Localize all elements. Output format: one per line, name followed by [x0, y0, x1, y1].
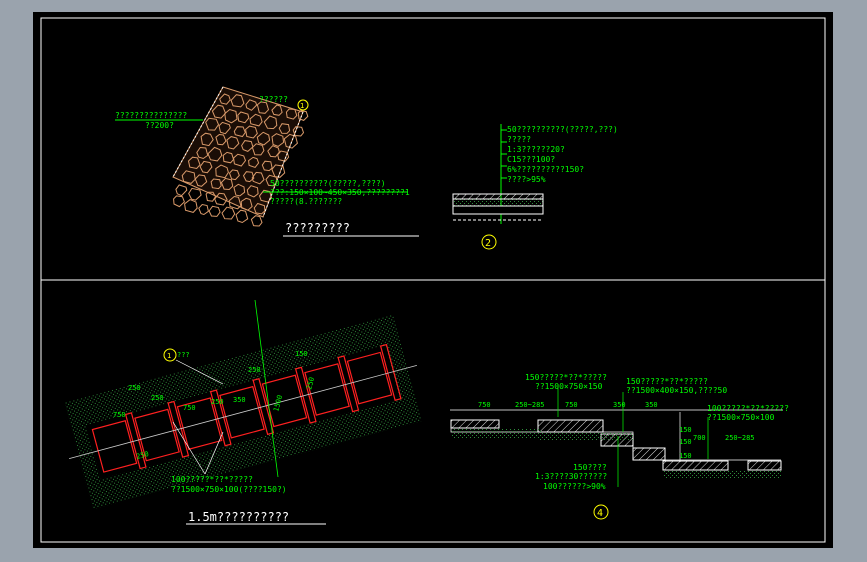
svg-text:150: 150	[295, 350, 308, 358]
panel1-title: ?????????	[285, 221, 350, 235]
panel2-note-2: ?????	[507, 135, 531, 144]
paving-stone	[208, 205, 221, 217]
svg-text:350: 350	[233, 396, 246, 404]
svg-text:150: 150	[679, 426, 692, 434]
svg-text:250~285: 250~285	[515, 401, 545, 409]
panel3-marker-note: ???	[177, 351, 190, 359]
svg-text:750: 750	[478, 401, 491, 409]
svg-text:750: 750	[113, 411, 126, 419]
panel2-note-6: ????>95%	[507, 175, 546, 184]
paving-stone	[175, 184, 188, 197]
svg-text:150: 150	[679, 452, 692, 460]
svg-text:250: 250	[128, 384, 141, 392]
svg-text:350: 350	[645, 401, 658, 409]
panel4-note-mid-2: ??1500×400×150,????50	[626, 386, 727, 395]
panel1-note-bottom-3: ?????(8.???????	[270, 197, 342, 206]
panel2-note-3: 1:3??????20?	[507, 145, 565, 154]
panel1-note-left-2: ??200?	[145, 121, 174, 130]
panel4-note-right-1: 100?????*??*?????	[707, 404, 789, 413]
paving-stone	[250, 215, 263, 227]
svg-text:150: 150	[679, 438, 692, 446]
panel4-note-right-2: ??1500×750×100	[707, 413, 775, 422]
panel4-note-top-1: 150?????*??*?????	[525, 373, 607, 382]
svg-text:250: 250	[211, 398, 224, 406]
paving-stone	[235, 209, 249, 224]
panel1-note-bottom-2: ???:150×100~450×350,????????1	[270, 188, 410, 197]
drawing-canvas[interactable]: ??????????????? ??200? ?????? 1 50??????…	[33, 12, 833, 548]
panel3-title: 1.5m??????????	[188, 510, 289, 524]
cad-drawing: ??????????????? ??200? ?????? 1 50??????…	[40, 17, 826, 543]
panel2-note-4: C15???100?	[507, 155, 555, 164]
panel3-note-bottom-1: 100?????*??*?????	[171, 475, 253, 484]
paving-stone	[173, 195, 185, 208]
paving-stone	[184, 199, 198, 213]
panel4-note-low-3: 100??????>90%	[543, 482, 606, 491]
panel3-note-bottom-2: ??1500×750×100(????150?)	[171, 485, 287, 494]
panel4-note-low-2: 1:3????30??????	[535, 472, 607, 481]
panel4-note-low-1: 150????	[573, 463, 607, 472]
panel2-note-1: 50??????????(?????,???)	[507, 125, 618, 134]
panel4-note-mid-1: 150?????*??*?????	[626, 377, 708, 386]
panel1-note-right: ??????	[259, 95, 288, 104]
paving-stone	[221, 206, 236, 220]
svg-text:250: 250	[151, 394, 164, 402]
svg-text:350: 350	[613, 401, 626, 409]
svg-text:250~285: 250~285	[725, 434, 755, 442]
paving-stone	[188, 187, 202, 201]
panel1-marker: 1	[300, 102, 304, 110]
panel3-marker: 1	[167, 352, 171, 360]
panel4-note-top-2: ??1500×750×150	[535, 382, 603, 391]
svg-text:700: 700	[693, 434, 706, 442]
svg-text:750: 750	[565, 401, 578, 409]
panel1-note-bottom-1: 50??????????(?????,????)	[270, 179, 386, 188]
svg-text:250: 250	[248, 366, 261, 374]
panel2-note-5: 6%??????????150?	[507, 165, 584, 174]
svg-text:750: 750	[183, 404, 196, 412]
paving-stone	[198, 203, 209, 216]
panel4-marker: 4	[597, 508, 603, 519]
panel1-note-left-1: ???????????????	[115, 111, 187, 120]
panel2-marker: 2	[485, 238, 491, 249]
